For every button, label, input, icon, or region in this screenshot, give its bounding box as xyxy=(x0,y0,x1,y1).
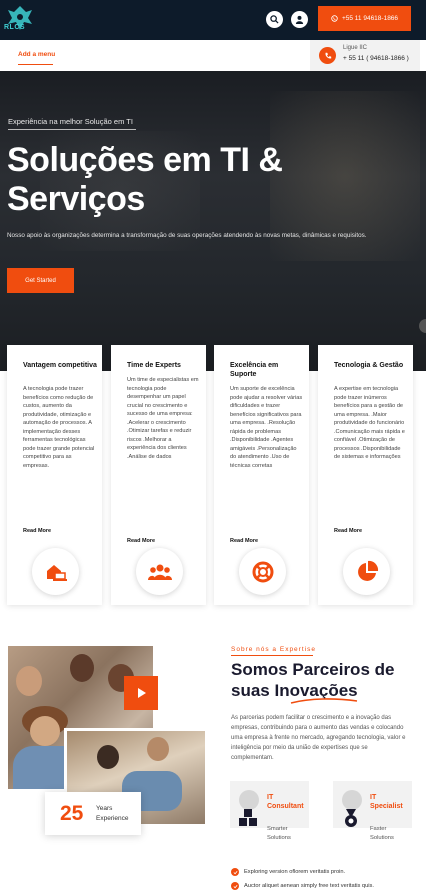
logo-text: RLCS xyxy=(4,24,26,31)
checklist-item: Auctor aliquet aenean simply free text v… xyxy=(231,882,374,890)
feature-card: Tecnologia & Gestão A expertise em tecno… xyxy=(318,345,413,605)
whatsapp-phone-button[interactable]: +55 11 94618-1866 xyxy=(318,6,411,31)
feature-icon-circle xyxy=(32,548,79,595)
photo-person xyxy=(147,737,169,761)
years-label: Years Experience xyxy=(96,805,129,822)
about-description: As parcerias podem facilitar o crescimen… xyxy=(231,715,406,761)
feature-card-title: Vantagem competitiva xyxy=(23,362,97,369)
navigation-bar: Add a menu Ligue IIC + 55 11 ( 94618-186… xyxy=(7,40,420,71)
about-title: Somos Parceiros de suas Inovações xyxy=(231,660,395,700)
hero-tagline-underline xyxy=(8,129,136,130)
feature-card: Vantagem competitiva A tecnologia pode t… xyxy=(7,345,102,605)
title-underline-swoosh xyxy=(290,698,358,704)
photo-person xyxy=(97,745,119,769)
service-badge xyxy=(342,790,362,810)
add-menu-underline xyxy=(18,64,53,65)
hero-slider-dot[interactable] xyxy=(419,319,426,333)
call-label: Ligue IIC xyxy=(343,45,368,51)
whatsapp-icon xyxy=(331,15,338,22)
checklist-text: Auctor aliquet aenean simply free text v… xyxy=(244,883,374,889)
feature-card: Time de Experts Um time de especialistas… xyxy=(111,345,206,605)
feature-icon-circle xyxy=(136,548,183,595)
check-icon xyxy=(231,882,239,890)
hero-description: Nosso apoio às organizações determina a … xyxy=(7,232,367,239)
phone-circle xyxy=(319,47,336,64)
check-icon xyxy=(231,868,239,876)
service-title: IT Consultant xyxy=(267,794,304,810)
team-icon xyxy=(147,564,172,580)
video-play-button[interactable] xyxy=(124,676,158,710)
search-icon xyxy=(270,15,279,24)
feature-card-title: Time de Experts xyxy=(127,362,181,369)
feature-card-text: A tecnologia pode trazer benefícios como… xyxy=(23,386,95,469)
read-more-link[interactable]: Read More xyxy=(334,528,362,534)
service-box-it-specialist[interactable]: IT Specialist Faster Solutions xyxy=(333,781,412,841)
read-more-link[interactable]: Read More xyxy=(23,528,51,534)
feature-card-text: A expertise em tecnologia pode trazer in… xyxy=(334,386,405,460)
call-number[interactable]: + 55 11 ( 94618-1866 ) xyxy=(343,55,409,62)
hero-title: Soluções em TI & Serviços xyxy=(7,141,283,218)
feature-card-text: Um suporte de excelência pode ajudar a r… xyxy=(230,386,303,469)
feature-icon-circle xyxy=(239,548,286,595)
feature-icon-circle xyxy=(343,548,390,595)
pie-chart-icon xyxy=(357,560,378,581)
cubes-icon xyxy=(239,809,257,826)
phone-icon xyxy=(324,52,331,59)
feature-card: Excelência em Suporte Um suporte de exce… xyxy=(214,345,309,605)
about-tag-underline xyxy=(231,655,313,656)
service-badge xyxy=(239,790,259,810)
account-button[interactable] xyxy=(291,11,308,28)
user-icon xyxy=(295,15,304,24)
feature-card-title: Excelência em Suporte xyxy=(230,362,279,378)
add-menu-link[interactable]: Add a menu xyxy=(18,51,55,58)
photo-person xyxy=(30,716,60,746)
call-box[interactable]: Ligue IIC + 55 11 ( 94618-1866 ) xyxy=(310,40,420,71)
hero-section: Experiência na melhor Solução em TI Solu… xyxy=(0,71,426,371)
get-started-button[interactable]: Get Started xyxy=(7,268,74,293)
feature-card-text: Um time de especialistas em tecnologia p… xyxy=(127,377,199,460)
service-subtitle: Smarter Solutions xyxy=(267,826,291,841)
search-button[interactable] xyxy=(266,11,283,28)
photo-person xyxy=(70,654,94,682)
service-box-it-consultant[interactable]: IT Consultant Smarter Solutions xyxy=(230,781,309,841)
read-more-link[interactable]: Read More xyxy=(230,538,258,544)
lifebuoy-icon xyxy=(252,561,273,582)
years-number: 25 xyxy=(60,802,84,825)
phone-button-label: +55 11 94618-1866 xyxy=(341,15,399,22)
play-icon xyxy=(138,688,146,698)
feature-card-title: Tecnologia & Gestão xyxy=(334,362,404,369)
top-bar: RLCS +55 11 94618-1866 xyxy=(0,0,426,40)
read-more-link[interactable]: Read More xyxy=(127,538,155,544)
medal-icon xyxy=(345,809,357,827)
checklist-item: Exploring version oflorem veritatis proi… xyxy=(231,868,345,876)
about-tag: Sobre nós a Expertise xyxy=(231,646,316,653)
service-subtitle: Faster Solutions xyxy=(370,826,394,841)
checklist-text: Exploring version oflorem veritatis proi… xyxy=(244,869,346,875)
photo-person xyxy=(16,666,42,696)
years-experience-badge: 25 Years Experience xyxy=(45,792,141,835)
laptop-home-icon xyxy=(46,564,67,581)
service-title: IT Specialist xyxy=(370,794,403,810)
hero-tagline: Experiência na melhor Solução em TI xyxy=(8,117,133,126)
